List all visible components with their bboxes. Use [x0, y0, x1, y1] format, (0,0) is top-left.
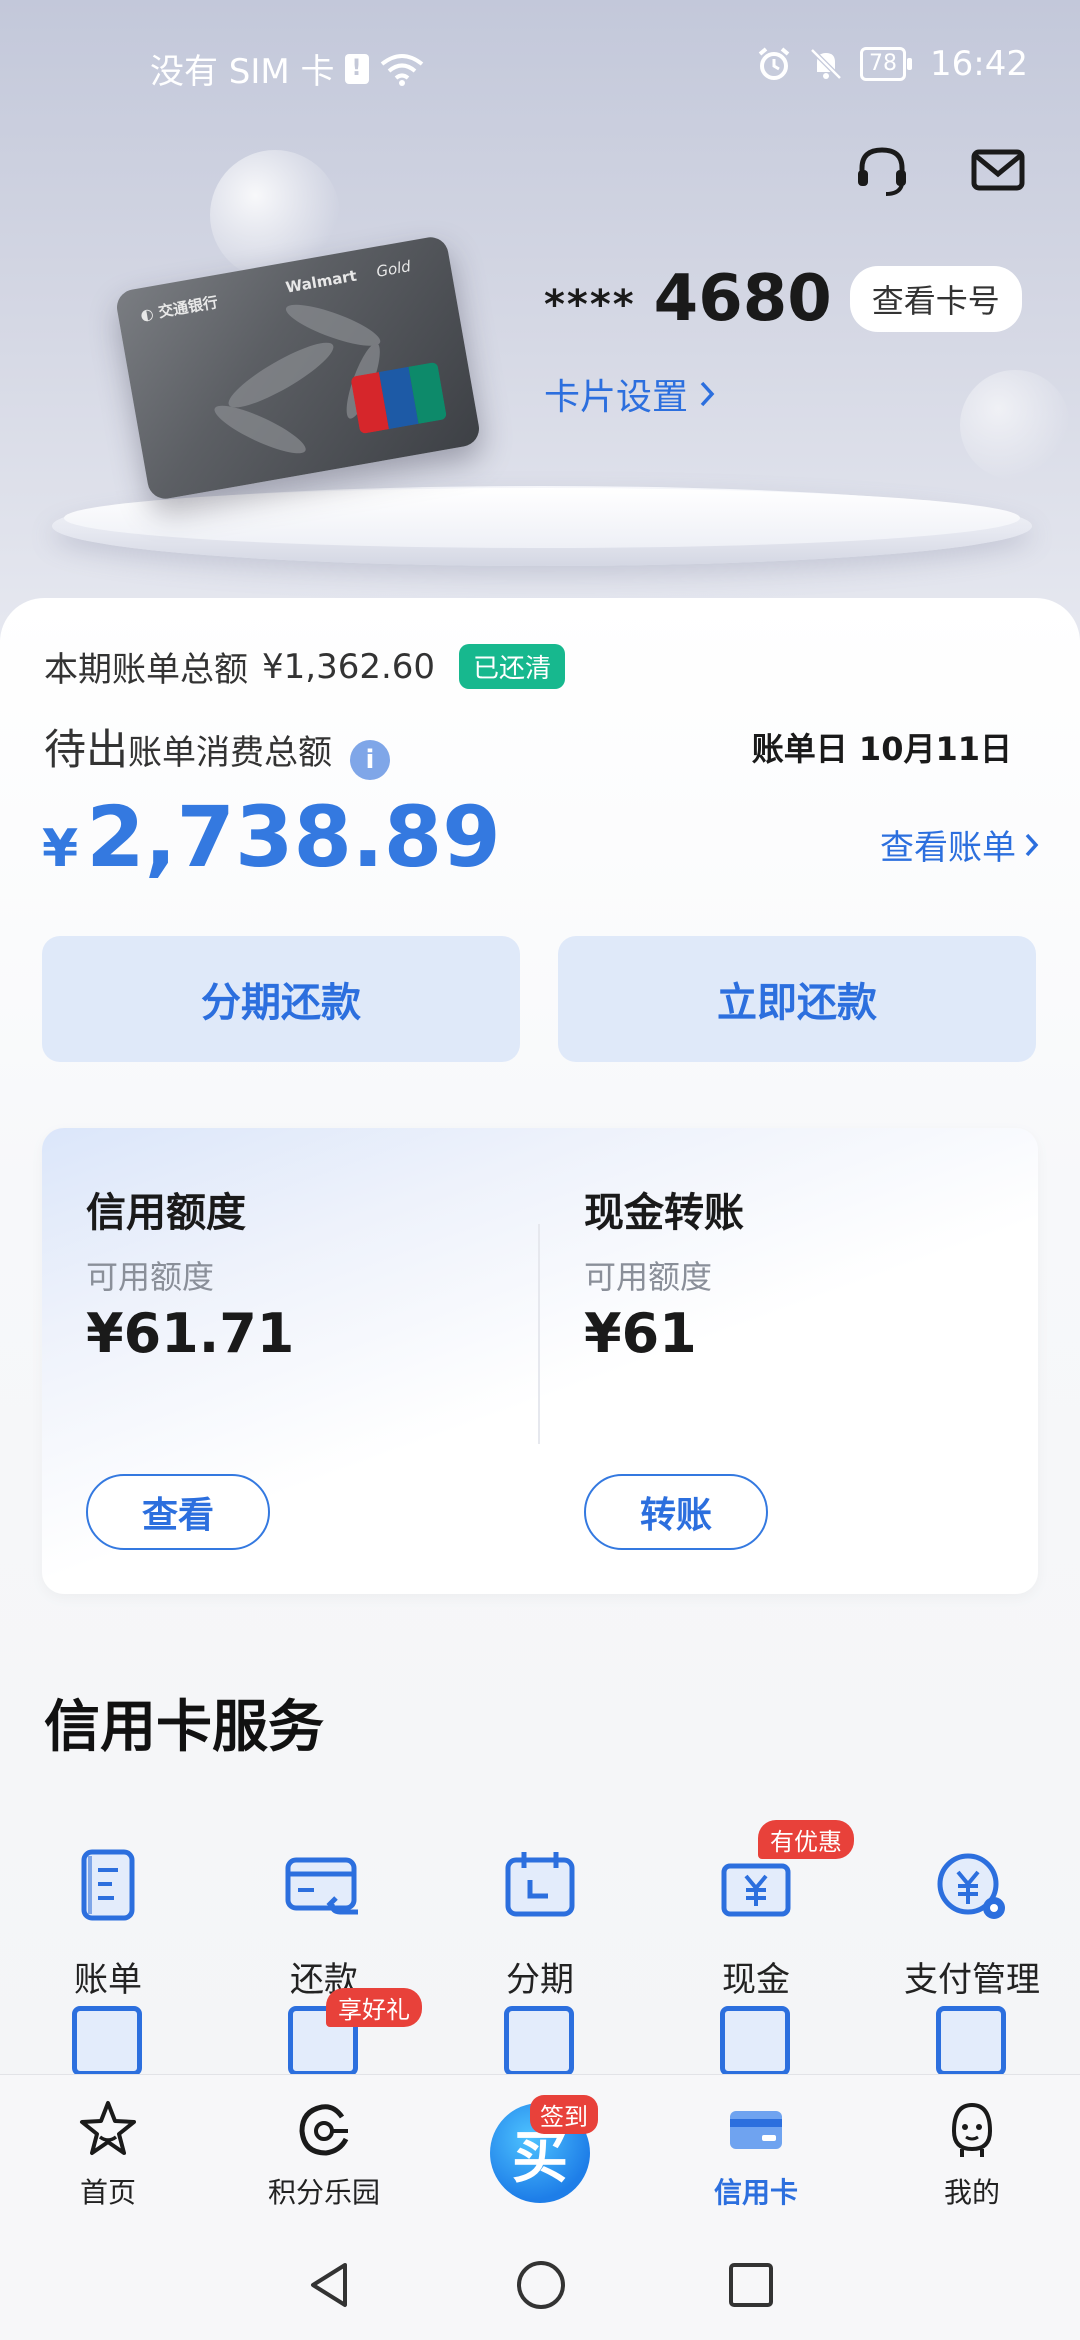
credit-limit-card: 信用额度 可用额度 ¥61.71 现金转账 可用额度 ¥61 查看 转账 — [42, 1128, 1038, 1594]
cash-transfer-value: ¥61 — [584, 1302, 697, 1365]
status-bar: 没有 SIM 卡 ! 78 16:42 — [0, 0, 1080, 130]
home-icon[interactable] — [515, 2259, 567, 2311]
account-panel: 本期账单总额 ¥1,362.60 已还清 待出 账单消费总额 i 账单日 10月… — [0, 598, 1080, 2078]
nav-label: 积分乐园 — [267, 2176, 380, 2209]
nav-credit-card[interactable]: 信用卡 — [666, 2097, 846, 2211]
credit-limit-value: ¥61.71 — [86, 1302, 295, 1365]
installment-repay-button[interactable]: 分期还款 — [42, 936, 520, 1062]
mute-icon — [810, 48, 842, 80]
nav-label: 首页 — [79, 2176, 136, 2209]
service-bill[interactable]: 账单 — [8, 1846, 208, 2001]
chevron-right-icon — [700, 381, 715, 407]
current-bill-label: 本期账单总额 — [44, 650, 248, 690]
battery-indicator: 78 — [860, 47, 913, 81]
nav-points[interactable]: 积分乐园 — [234, 2097, 414, 2211]
card-number-mask: **** — [544, 282, 636, 328]
amount-value: 2,738.89 — [86, 788, 501, 886]
services-title: 信用卡服务 — [44, 1695, 324, 1760]
nav-home[interactable]: 首页 — [18, 2097, 198, 2211]
service-payment-management[interactable]: 支付管理 — [872, 1846, 1072, 2001]
card-number-row: **** 4680 查看卡号 — [544, 262, 1022, 336]
current-bill-amount: ¥1,362.60 — [262, 646, 436, 687]
card-settings-link[interactable]: 卡片设置 — [544, 368, 716, 420]
repay-now-button[interactable]: 立即还款 — [558, 936, 1036, 1062]
chevron-right-icon — [1025, 833, 1039, 856]
nav-label: 我的 — [943, 2176, 1000, 2209]
system-nav-bar — [0, 2230, 1080, 2340]
service-row2-icon[interactable] — [720, 2006, 790, 2074]
pending-sub-label: 账单消费总额 — [128, 733, 333, 773]
calendar-icon — [505, 1852, 575, 1917]
cash-transfer-column: 现金转账 可用额度 ¥61 — [584, 1180, 744, 1365]
clock: 16:42 — [930, 44, 1028, 84]
gift-tag: 享好礼 — [326, 1988, 422, 2027]
pending-amount: ¥ 2,738.89 — [42, 788, 501, 886]
carrier-text: 没有 SIM 卡 — [150, 52, 335, 92]
transfer-button[interactable]: 转账 — [584, 1474, 768, 1550]
nav-profile[interactable]: 我的 — [882, 2097, 1062, 2211]
promo-tag: 有优惠 — [758, 1820, 854, 1859]
view-card-number-button[interactable]: 查看卡号 — [849, 266, 1022, 332]
bill-icon — [81, 1849, 135, 1921]
view-limit-button[interactable]: 查看 — [86, 1474, 270, 1550]
service-row2-icon[interactable] — [72, 2006, 142, 2074]
card-settings-label: 卡片设置 — [544, 377, 689, 418]
view-bill-label: 查看账单 — [880, 828, 1016, 868]
nav-label: 信用卡 — [713, 2176, 798, 2209]
info-icon[interactable]: i — [350, 740, 391, 780]
profile-icon — [951, 2102, 993, 2157]
cash-transfer-sub: 可用额度 — [584, 1258, 713, 1296]
service-installment[interactable]: 分期 — [440, 1846, 640, 2001]
current-bill-row: 本期账单总额 ¥1,362.60 已还清 — [44, 642, 566, 691]
amount-currency: ¥ — [42, 819, 79, 879]
service-row2-icon[interactable] — [504, 2006, 574, 2074]
card-last4: 4680 — [653, 262, 832, 336]
checkin-tag: 签到 — [530, 2095, 598, 2134]
credit-limit-sub: 可用额度 — [86, 1258, 215, 1296]
service-repay[interactable]: 还款 — [224, 1846, 424, 2001]
star-icon — [80, 2101, 136, 2155]
cash-transfer-title: 现金转账 — [584, 1190, 744, 1236]
credit-card-icon — [730, 2111, 782, 2149]
pending-label: 待出 — [44, 725, 129, 774]
credit-limit-column: 信用额度 可用额度 ¥61.71 — [86, 1180, 294, 1365]
back-icon[interactable] — [305, 2259, 355, 2311]
paid-badge: 已还清 — [459, 644, 566, 689]
credit-limit-title: 信用额度 — [86, 1190, 246, 1236]
points-icon — [299, 2104, 349, 2156]
alarm-icon — [758, 47, 790, 80]
decor-bubble — [960, 370, 1070, 480]
wifi-icon — [380, 53, 423, 86]
service-row2-icon[interactable] — [936, 2006, 1006, 2074]
card-pedestal-top — [64, 488, 1020, 548]
payment-settings-icon — [937, 1853, 1005, 1919]
recents-icon[interactable] — [727, 2261, 775, 2309]
service-cash[interactable]: 现金 有优惠 — [656, 1820, 856, 2001]
sim-alert-icon: ! — [344, 53, 369, 84]
pending-bill-row: 待出 账单消费总额 i — [44, 716, 391, 780]
repay-icon — [285, 1857, 358, 1915]
services-row-2: 享好礼 — [0, 1988, 1080, 2074]
view-bill-link[interactable]: 查看账单 — [880, 820, 1040, 869]
bill-date: 账单日 10月11日 — [751, 730, 1012, 768]
mail-icon[interactable] — [968, 140, 1028, 200]
customer-service-icon[interactable] — [852, 140, 912, 200]
column-divider — [538, 1224, 540, 1444]
